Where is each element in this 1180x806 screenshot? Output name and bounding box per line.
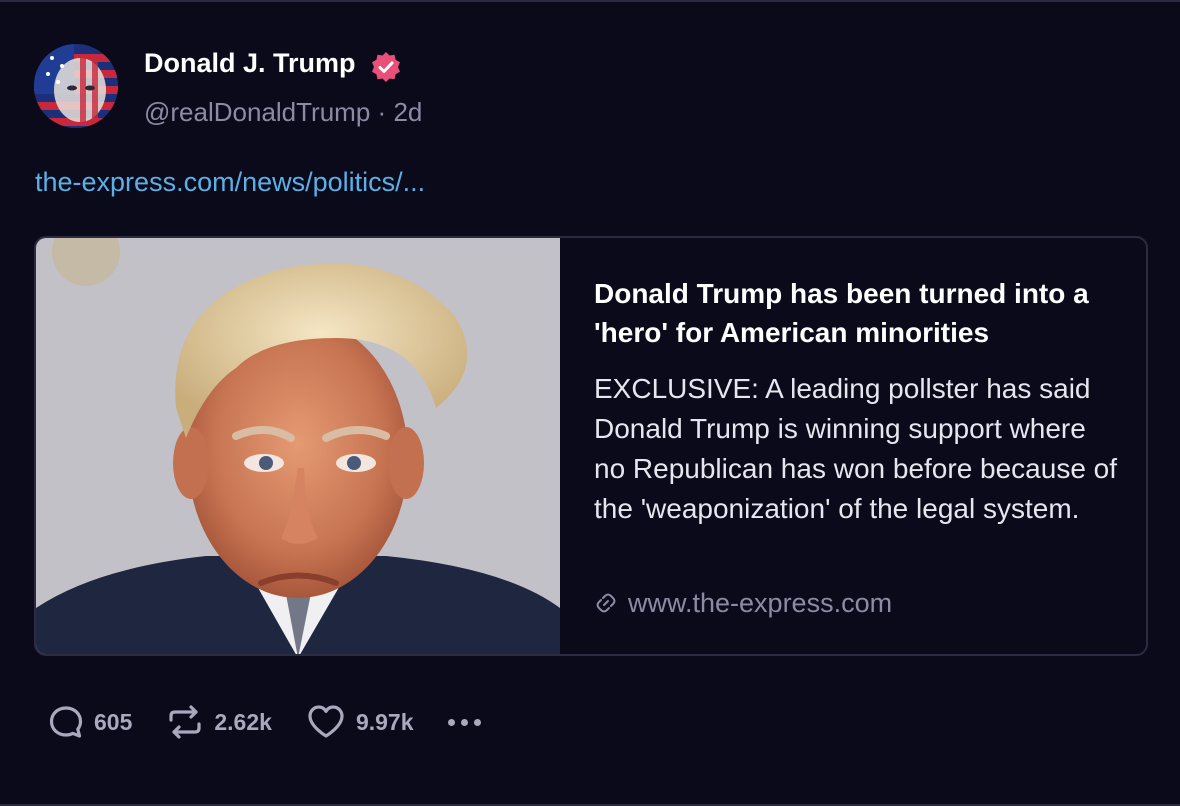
more-dot [460,718,468,726]
more-dots-icon[interactable] [447,718,481,726]
repost-icon [169,705,201,739]
author-meta: @realDonaldTrump · 2d [144,97,422,128]
avatar[interactable] [34,44,118,128]
repost-count: 2.62k [214,708,272,735]
post-actions: 605 2.62k 9.97k [48,702,481,742]
verified-badge-icon [372,52,400,82]
author-name[interactable]: Donald J. Trump [144,48,356,79]
card-description: EXCLUSIVE: A leading pollster has said D… [594,373,1118,524]
more-dot [447,718,455,726]
post-timestamp[interactable]: 2d [393,97,422,127]
reply-button[interactable]: 605 [48,704,132,740]
card-title[interactable]: Donald Trump has been turned into a 'her… [594,274,1124,352]
more-dot [473,718,481,726]
like-button[interactable]: 9.97k [306,703,414,741]
reply-count: 605 [94,708,133,735]
link-icon [596,593,616,613]
author-handle[interactable]: @realDonaldTrump [144,97,370,127]
post: Donald J. Trump @realDonaldTrump · 2d th… [0,0,1180,806]
card-image [36,238,560,654]
link-preview-card[interactable]: Donald Trump has been turned into a 'her… [34,236,1148,656]
like-count: 9.97k [355,708,414,735]
repost-button[interactable]: 2.62k [166,703,272,741]
reply-icon [49,706,83,738]
meta-separator: · [377,97,387,127]
heart-icon [308,705,344,738]
avatar-image [34,44,118,128]
card-domain: www.the-express.com [628,588,893,618]
post-link[interactable]: the-express.com/news/politics/... [35,167,425,198]
card-domain-row[interactable]: www.the-express.com [594,588,892,619]
